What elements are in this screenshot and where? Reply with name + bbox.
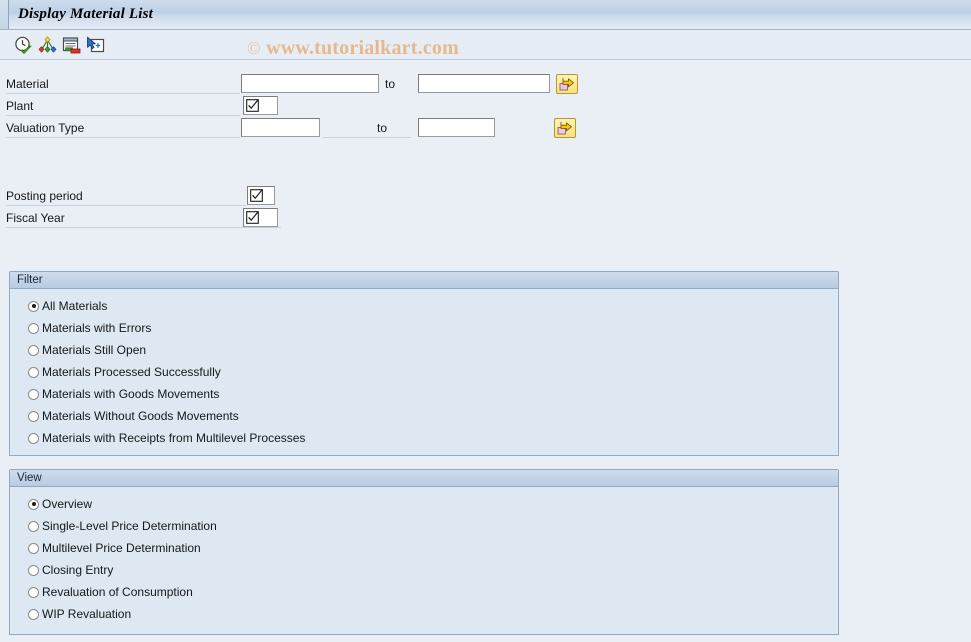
label-posting-period: Posting period [6, 189, 83, 203]
fiscal-year-input[interactable] [243, 208, 278, 227]
view-option-label: WIP Revaluation [42, 607, 132, 621]
field-row-material: Material to [0, 73, 600, 95]
view-group-box: View Overview Single-Level Price Determi… [9, 469, 839, 635]
label-underline [6, 93, 240, 94]
label-underline [6, 115, 240, 116]
variant-colors-icon[interactable] [37, 35, 58, 56]
field-row-posting-period: Posting period [0, 185, 400, 207]
radio-icon [28, 410, 39, 422]
radio-icon [28, 388, 39, 400]
checkbox-check-icon [246, 99, 259, 112]
filter-option-label: Materials with Goods Movements [42, 387, 220, 401]
radio-icon [28, 366, 39, 378]
filter-option-label: Materials Processed Successfully [42, 365, 221, 379]
save-as-variant-icon[interactable] [61, 35, 82, 56]
view-group-title: View [17, 472, 42, 484]
radio-icon [28, 344, 39, 356]
material-multiple-selection-button[interactable] [556, 74, 578, 94]
label-material: Material [6, 77, 49, 91]
material-from-input[interactable] [241, 74, 379, 93]
label-valuation-type: Valuation Type [6, 121, 85, 135]
filter-option-label: Materials with Receipts from Multilevel … [42, 431, 306, 445]
filter-option-materials-with-errors[interactable]: Materials with Errors [28, 320, 151, 336]
radio-icon [28, 520, 39, 532]
radio-icon [28, 432, 39, 444]
view-option-single-level-price-determination[interactable]: Single-Level Price Determination [28, 518, 217, 534]
view-option-overview[interactable]: Overview [28, 496, 92, 512]
radio-icon [28, 498, 39, 510]
filter-option-materials-still-open[interactable]: Materials Still Open [28, 342, 146, 358]
valuation-type-to-input[interactable] [418, 118, 495, 137]
checkbox-check-icon [246, 211, 259, 224]
arrow-right-icon [557, 121, 572, 135]
label-underline [6, 205, 246, 206]
filter-option-label: Materials Without Goods Movements [42, 409, 239, 423]
label-underline [6, 227, 281, 228]
page-title: Display Material List [18, 6, 154, 22]
filter-option-label: All Materials [42, 299, 108, 313]
view-option-multilevel-price-determination[interactable]: Multilevel Price Determination [28, 540, 201, 556]
view-option-revaluation-of-consumption[interactable]: Revaluation of Consumption [28, 584, 193, 600]
view-group-body: Overview Single-Level Price Determinatio… [10, 488, 838, 634]
label-plant: Plant [6, 99, 34, 113]
valuation-type-from-input[interactable] [241, 118, 320, 137]
filter-option-all-materials[interactable]: All Materials [28, 298, 107, 314]
view-option-label: Overview [42, 497, 93, 511]
valuation-type-multiple-selection-button[interactable] [554, 118, 576, 138]
field-row-fiscal-year: Fiscal Year [0, 207, 400, 229]
window-title-bar: Display Material List [0, 0, 971, 30]
view-option-label: Revaluation of Consumption [42, 585, 193, 599]
field-row-plant: Plant [0, 95, 400, 117]
checkbox-check-icon [250, 189, 263, 202]
radio-icon [28, 322, 39, 334]
radio-icon [28, 542, 39, 554]
title-bar-left-cap [0, 0, 9, 29]
radio-icon [28, 300, 39, 312]
view-option-label: Single-Level Price Determination [42, 519, 217, 533]
filter-option-materials-without-goods-movements[interactable]: Materials Without Goods Movements [28, 408, 239, 424]
radio-icon [28, 586, 39, 598]
label-fiscal-year: Fiscal Year [6, 211, 65, 225]
watermark-copyright: © [247, 38, 261, 58]
plant-input[interactable] [243, 96, 278, 115]
watermark: © www.tutorialkart.com [247, 37, 459, 60]
filter-group-body: All Materials Materials with Errors Mate… [10, 290, 838, 455]
posting-period-input[interactable] [247, 186, 275, 205]
arrow-right-icon [559, 77, 574, 91]
material-to-input[interactable] [418, 74, 550, 93]
view-group-header: View [10, 470, 838, 487]
view-option-label: Closing Entry [42, 563, 114, 577]
filter-group-box: Filter All Materials Materials with Erro… [9, 271, 839, 456]
label-underline [6, 137, 240, 138]
view-option-closing-entry[interactable]: Closing Entry [28, 562, 113, 578]
view-option-label: Multilevel Price Determination [42, 541, 201, 555]
filter-option-materials-with-receipts-multilevel[interactable]: Materials with Receipts from Multilevel … [28, 430, 305, 446]
execute-icon[interactable] [13, 35, 34, 56]
view-option-wip-revaluation[interactable]: WIP Revaluation [28, 606, 131, 622]
filter-option-label: Materials Still Open [42, 343, 147, 357]
application-toolbar [0, 31, 971, 60]
field-row-valuation-type: Valuation Type to [0, 117, 600, 139]
filter-group-header: Filter [10, 272, 838, 289]
material-to-label: to [385, 77, 396, 91]
valuation-type-to-label: to [377, 121, 388, 135]
watermark-text: www.tutorialkart.com [266, 37, 459, 59]
filter-option-materials-processed-successfully[interactable]: Materials Processed Successfully [28, 364, 221, 380]
radio-icon [28, 608, 39, 620]
to-underline [323, 137, 411, 138]
select-layout-icon[interactable] [85, 35, 106, 56]
filter-option-label: Materials with Errors [42, 321, 152, 335]
sap-selection-screen: Display Material List © www.tutorialkart… [0, 0, 971, 642]
radio-icon [28, 564, 39, 576]
filter-group-title: Filter [17, 274, 43, 286]
filter-option-materials-with-goods-movements[interactable]: Materials with Goods Movements [28, 386, 219, 402]
